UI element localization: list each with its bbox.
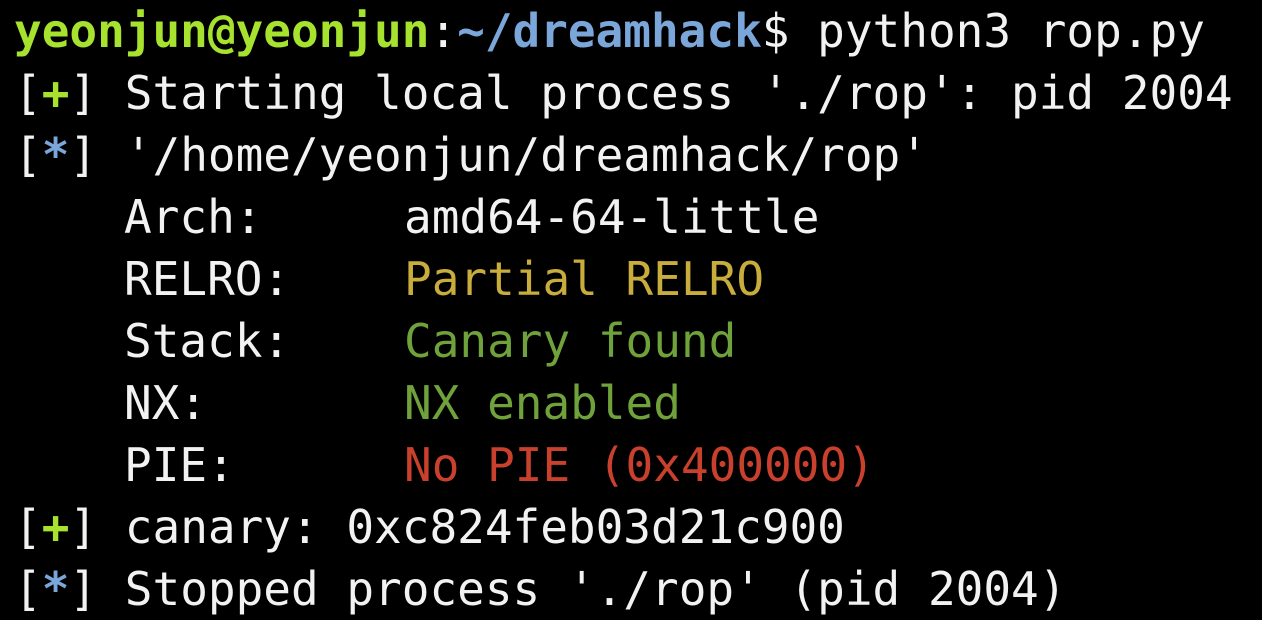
output-text: canary: 0xc824feb03d21c900 [97,500,845,554]
output-text: '/home/yeonjun/dreamhack/rop' [97,128,928,182]
status-plus-marker: + [41,66,70,120]
output-text: Stopped process './rop' (pid 2004) [97,562,1067,616]
checksec-pie-row: PIE: No PIE (0x400000) [14,434,875,496]
checksec-stack-value: Canary found [404,314,737,368]
status-plus-marker: + [41,500,70,554]
output-line-starting-process: [+] Starting local process './rop': pid … [14,66,1233,120]
shell-prompt-line: yeonjun@yeonjun:~/dreamhack$ python3 rop… [14,0,1205,62]
checksec-relro-value: Partial RELRO [404,252,765,306]
checksec-arch-key: Arch: [124,190,263,244]
output-text: Starting local process './rop': pid 2004 [97,66,1233,120]
checksec-arch-row: Arch: amd64-64-little [14,186,819,248]
output-line-binary-path: [*] '/home/yeonjun/dreamhack/rop' [14,128,928,182]
prompt-separator: : [429,4,458,58]
checksec-stack-key: Stack: [124,314,291,368]
checksec-relro-row: RELRO: Partial RELRO [14,248,764,310]
status-star-marker: * [41,128,70,182]
status-star-marker: * [41,562,70,616]
checksec-pie-key: PIE: [124,438,235,492]
checksec-nx-row: NX: NX enabled [14,372,681,434]
output-line-canary: [+] canary: 0xc824feb03d21c900 [14,500,845,554]
checksec-arch-value: amd64-64-little [404,190,820,244]
prompt-user-host: yeonjun@yeonjun [14,4,430,58]
output-line-stopped-process: [*] Stopped process './rop' (pid 2004) [14,562,1067,616]
checksec-relro-key: RELRO: [124,252,291,306]
checksec-nx-key: NX: [124,376,208,430]
terminal-window[interactable]: yeonjun@yeonjun:~/dreamhack$ python3 rop… [0,0,1262,616]
prompt-path: ~/dreamhack [457,4,762,58]
prompt-command: python3 rop.py [789,4,1205,58]
checksec-pie-value: No PIE (0x400000) [404,438,875,492]
checksec-stack-row: Stack: Canary found [14,310,736,372]
checksec-nx-value: NX enabled [404,376,681,430]
prompt-dollar: $ [761,4,790,58]
